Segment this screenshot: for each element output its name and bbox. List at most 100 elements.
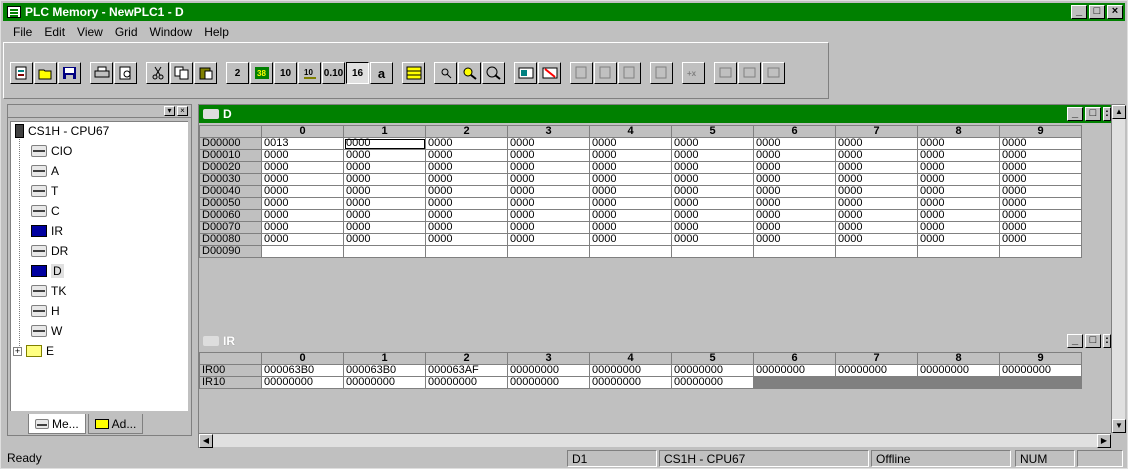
memory-cell[interactable]: 0000 [835, 221, 918, 234]
memory-cell[interactable]: 0000 [589, 209, 672, 222]
tree-root[interactable]: CS1H - CPU67 [15, 122, 109, 140]
memory-cell[interactable]: 0000 [671, 209, 754, 222]
memory-cell[interactable]: 0000 [999, 149, 1082, 162]
memory-cell[interactable]: 0000 [261, 233, 344, 246]
scroll-up-icon[interactable]: ▲ [1112, 105, 1126, 119]
memory-cell[interactable]: 00000000 [589, 364, 672, 377]
memory-cell[interactable]: 0000 [507, 185, 590, 198]
row-address[interactable]: D00050 [199, 197, 262, 210]
memory-cell[interactable] [507, 245, 590, 258]
ir-window-title-bar[interactable]: IR _ □ : [199, 332, 1111, 350]
memory-cell[interactable]: 0000 [589, 137, 672, 150]
tree-item-ir[interactable]: IR [31, 222, 63, 240]
memory-cell[interactable]: 0000 [999, 161, 1082, 174]
memory-cell[interactable]: 0000 [425, 137, 508, 150]
row-address[interactable]: IR10 [199, 376, 262, 389]
memory-cell[interactable]: 0000 [507, 149, 590, 162]
paste-icon[interactable] [194, 62, 217, 84]
memory-cell[interactable]: 0000 [589, 221, 672, 234]
resize-grip-icon[interactable] [1077, 450, 1123, 467]
memory-cell[interactable]: 0000 [343, 173, 426, 186]
ir-minimize-button[interactable]: _ [1067, 334, 1083, 348]
tab-address[interactable]: Ad... [87, 414, 144, 434]
memory-cell[interactable]: 0000 [425, 197, 508, 210]
memory-cell[interactable]: 0000 [261, 161, 344, 174]
memory-cell[interactable]: 0000 [753, 233, 836, 246]
memory-cell[interactable]: 0000 [753, 161, 836, 174]
memory-cell[interactable]: 0000 [507, 161, 590, 174]
memory-cell[interactable]: 0000 [999, 137, 1082, 150]
memory-cell[interactable] [671, 245, 754, 258]
row-address[interactable]: D00010 [199, 149, 262, 162]
tab-memory[interactable]: Me... [28, 414, 86, 434]
tree-item-c[interactable]: C [31, 202, 60, 220]
memory-cell[interactable]: 00000000 [425, 376, 508, 389]
pane-close-icon[interactable]: × [177, 106, 188, 116]
maximize-button[interactable]: □ [1089, 5, 1105, 19]
memory-cell[interactable]: 0000 [753, 173, 836, 186]
ir-column-header[interactable]: 3 [507, 352, 590, 365]
memory-cell[interactable]: 0000 [671, 173, 754, 186]
ir-column-header[interactable]: 7 [835, 352, 918, 365]
print-preview-icon[interactable] [114, 62, 137, 84]
row-address[interactable]: D00070 [199, 221, 262, 234]
memory-cell[interactable]: 0000 [835, 197, 918, 210]
memory-cell[interactable] [917, 245, 1000, 258]
d-window-title-bar[interactable]: D _ □ : [199, 105, 1111, 123]
memory-cell[interactable] [589, 245, 672, 258]
memory-cell[interactable]: 00000000 [589, 376, 672, 389]
memory-cell[interactable]: 00000000 [507, 376, 590, 389]
binary-icon[interactable]: 2 [226, 62, 249, 84]
tree-item-a[interactable]: A [31, 162, 59, 180]
find-icon[interactable] [434, 62, 457, 84]
online-edit-icon[interactable] [738, 62, 761, 84]
memory-cell[interactable]: 00000000 [999, 364, 1082, 377]
memory-cell[interactable]: 0000 [917, 185, 1000, 198]
ir-column-header[interactable]: 8 [917, 352, 1000, 365]
clear-force-icon[interactable]: +x [682, 62, 705, 84]
scroll-right-icon[interactable]: ▶ [1097, 434, 1111, 448]
float-icon[interactable]: 0.10 [322, 62, 345, 84]
memory-cell[interactable]: 0000 [589, 173, 672, 186]
memory-cell[interactable]: 0000 [917, 137, 1000, 150]
memory-cell[interactable]: 0013 [261, 137, 344, 150]
memory-cell[interactable]: 0000 [999, 209, 1082, 222]
d-column-header[interactable]: 8 [917, 125, 1000, 138]
memory-cell[interactable]: 00000000 [507, 364, 590, 377]
memory-cell[interactable]: 0000 [671, 221, 754, 234]
close-button[interactable]: × [1107, 5, 1123, 19]
memory-cell[interactable]: 0000 [835, 233, 918, 246]
menu-grid[interactable]: Grid [109, 25, 144, 39]
memory-cell[interactable]: 000063B0 [343, 364, 426, 377]
row-address[interactable]: D00060 [199, 209, 262, 222]
ir-column-header[interactable]: 4 [589, 352, 672, 365]
row-address[interactable]: D00030 [199, 173, 262, 186]
memory-cell[interactable]: 0000 [261, 209, 344, 222]
d-column-header[interactable]: 2 [425, 125, 508, 138]
ir-column-header[interactable]: 1 [343, 352, 426, 365]
menu-view[interactable]: View [71, 25, 109, 39]
memory-cell[interactable]: 0000 [917, 221, 1000, 234]
bcd-icon[interactable]: 38 [250, 62, 273, 84]
d-column-header[interactable]: 7 [835, 125, 918, 138]
memory-cell[interactable]: 0000 [753, 137, 836, 150]
compare-icon[interactable] [570, 62, 593, 84]
memory-cell[interactable]: 0000 [753, 197, 836, 210]
menu-edit[interactable]: Edit [38, 25, 71, 39]
memory-cell[interactable]: 0000 [425, 149, 508, 162]
scroll-left-icon[interactable]: ◀ [199, 434, 213, 448]
d-column-header[interactable]: 1 [343, 125, 426, 138]
memory-cell[interactable]: 0000 [589, 149, 672, 162]
memory-cell[interactable] [261, 245, 344, 258]
title-bar[interactable]: PLC Memory - NewPLC1 - D _ □ × [3, 3, 1125, 21]
memory-cell[interactable]: 000063B0 [261, 364, 344, 377]
memory-cell[interactable]: 0000 [507, 209, 590, 222]
copy-icon[interactable] [170, 62, 193, 84]
memory-cell[interactable]: 0000 [343, 137, 426, 150]
memory-cell[interactable] [999, 245, 1082, 258]
memory-cell[interactable]: 0000 [753, 209, 836, 222]
memory-cell[interactable]: 0000 [507, 173, 590, 186]
pane-restore-icon[interactable]: ▾ [164, 106, 175, 116]
memory-cell[interactable]: 0000 [261, 185, 344, 198]
tree-item-h[interactable]: H [31, 302, 60, 320]
